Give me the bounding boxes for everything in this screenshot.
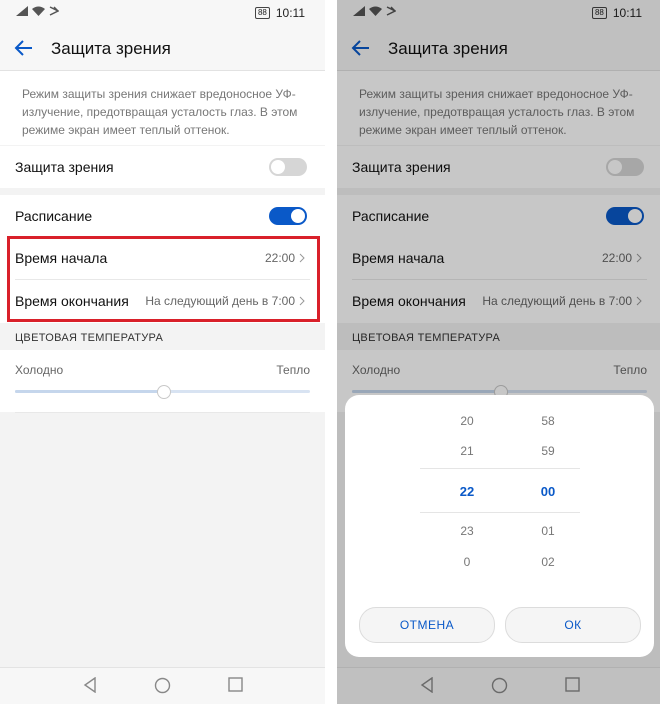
minute-wheel[interactable]: 58 59 00 01 02 bbox=[518, 395, 578, 585]
cancel-button[interactable]: ОТМЕНА bbox=[359, 607, 495, 643]
minute-option-selected[interactable]: 00 bbox=[518, 484, 578, 499]
eye-protection-label: Защита зрения bbox=[15, 159, 114, 175]
selection-line-top bbox=[420, 468, 580, 469]
hour-option[interactable]: 20 bbox=[437, 414, 497, 428]
description-card: Режим защиты зрения снижает вредоносное … bbox=[0, 71, 325, 145]
page-title: Защита зрения bbox=[51, 39, 171, 58]
eye-protection-row[interactable]: Защита зрения bbox=[0, 146, 325, 188]
back-arrow-icon[interactable] bbox=[14, 38, 34, 58]
hour-wheel[interactable]: 20 21 22 23 0 bbox=[437, 395, 497, 585]
color-temperature-title: ЦВЕТОВАЯ ТЕМПЕРАТУРА bbox=[15, 332, 164, 344]
description-text: Режим защиты зрения снижает вредоносное … bbox=[22, 87, 298, 137]
settings-screen: 88 10:11 Защита зрения Режим защиты зрен… bbox=[0, 0, 325, 704]
navigation-bar bbox=[0, 667, 325, 704]
back-nav-icon[interactable] bbox=[83, 677, 97, 693]
battery-icon: 88 bbox=[254, 7, 270, 19]
minute-option[interactable]: 59 bbox=[518, 444, 578, 458]
slider-thumb[interactable] bbox=[156, 385, 171, 399]
color-temperature-slider[interactable] bbox=[15, 385, 310, 399]
warm-label: Тепло bbox=[276, 363, 310, 377]
minute-option[interactable]: 02 bbox=[518, 555, 578, 569]
schedule-label: Расписание bbox=[15, 208, 93, 224]
selection-line-bottom bbox=[420, 512, 580, 513]
settings-screen-with-picker: 88 10:11 Защита зрения Режим защиты зрен… bbox=[337, 0, 660, 704]
time-picker-dialog: 20 21 22 23 0 58 59 00 01 02 ОТМЕНА ОК bbox=[345, 395, 654, 657]
cold-label: Холодно bbox=[15, 363, 64, 377]
hour-option-selected[interactable]: 22 bbox=[437, 484, 497, 499]
minute-option[interactable]: 58 bbox=[518, 414, 578, 428]
ok-button[interactable]: ОК bbox=[505, 607, 641, 643]
wifi-icon bbox=[32, 6, 45, 16]
minute-option[interactable]: 01 bbox=[518, 524, 578, 538]
highlight-box bbox=[7, 236, 320, 322]
recents-nav-icon[interactable] bbox=[228, 677, 243, 692]
eye-protection-toggle[interactable] bbox=[269, 158, 307, 176]
status-time: 10:11 bbox=[275, 6, 305, 20]
signal-icon bbox=[16, 6, 28, 16]
app-bar: Защита зрения bbox=[0, 28, 325, 71]
color-temperature-card: Холодно Тепло bbox=[0, 350, 325, 412]
hour-option[interactable]: 23 bbox=[437, 524, 497, 538]
divider bbox=[325, 0, 337, 704]
hour-option[interactable]: 0 bbox=[437, 555, 497, 569]
status-bar: 88 10:11 bbox=[0, 0, 325, 28]
hour-option[interactable]: 21 bbox=[437, 444, 497, 458]
home-nav-icon[interactable] bbox=[154, 677, 171, 694]
nfc-icon bbox=[49, 6, 59, 16]
schedule-toggle[interactable] bbox=[269, 207, 307, 225]
